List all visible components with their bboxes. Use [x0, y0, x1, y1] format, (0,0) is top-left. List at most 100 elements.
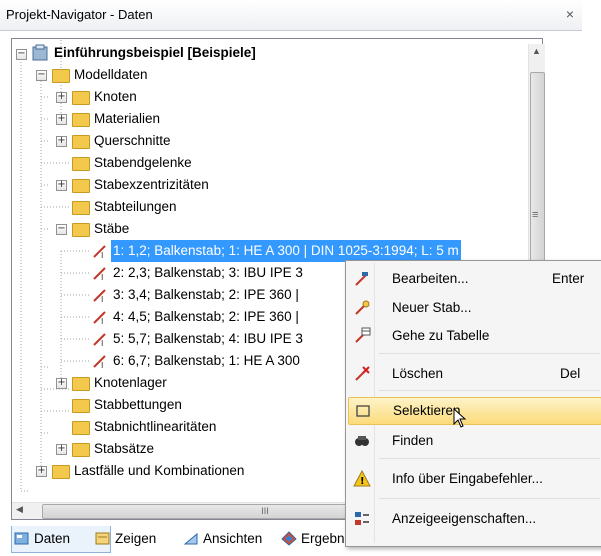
tab-zeigen[interactable]: Zeigen	[93, 526, 195, 552]
menu-item-info-eingabefehler[interactable]: ! Info über Eingabefehler...	[348, 465, 600, 493]
select-icon	[356, 405, 370, 417]
menu-item-finden[interactable]: Finden	[348, 427, 600, 455]
svg-text:I: I	[101, 295, 103, 303]
menu-label: Gehe zu Tabelle	[392, 328, 490, 343]
tab-label: Zeigen	[115, 531, 157, 546]
tree-label: Stäbe	[94, 221, 130, 236]
tab-label: Ansichten	[203, 531, 263, 546]
tree-label: Querschnitte	[94, 133, 171, 148]
menu-shortcut: Enter	[552, 271, 585, 286]
expand-toggle[interactable]: +	[56, 180, 67, 191]
tree-label: Stabsätze	[94, 441, 155, 456]
svg-text:I: I	[101, 361, 103, 369]
expand-toggle[interactable]: +	[56, 136, 67, 147]
menu-shortcut: Del	[560, 366, 581, 381]
tree-label: Stabbettungen	[94, 397, 182, 412]
menu-item-neuer-stab[interactable]: Neuer Stab...	[348, 294, 600, 322]
results-tab-icon	[281, 531, 297, 546]
panel-title: Projekt-Navigator - Daten	[6, 7, 153, 22]
display-tab-icon	[95, 532, 110, 545]
tree-label: Lastfälle und Kombinationen	[74, 463, 245, 478]
menu-label: Finden	[392, 433, 434, 448]
divisions-folder-icon	[72, 201, 90, 215]
svg-text:I: I	[101, 317, 103, 325]
menu-label: Bearbeiten...	[392, 271, 469, 286]
tree-label: 4: 4,5; Balkenstab; 2: IPE 360 |	[113, 309, 299, 324]
collapse-toggle[interactable]: −	[36, 70, 47, 81]
nodes-folder-icon	[72, 91, 90, 105]
menu-separator	[379, 498, 600, 499]
tree-label: Stabexzentrizitäten	[94, 177, 209, 192]
tree-label: Materialien	[94, 111, 161, 126]
tree-label: 6: 6,7; Balkenstab; 1: HE A 300	[113, 353, 300, 368]
member-icon: I	[93, 267, 106, 281]
supports-folder-icon	[72, 377, 90, 391]
menu-item-selektieren[interactable]: Selektieren	[348, 397, 601, 428]
menu-separator	[379, 458, 600, 459]
title-bar: Projekt-Navigator - Daten ×	[0, 0, 582, 31]
tree-label: Knoten	[94, 89, 137, 104]
expand-toggle[interactable]: +	[56, 378, 67, 389]
views-tab-icon	[183, 532, 198, 545]
svg-text:I: I	[101, 339, 103, 347]
menu-item-gehe-zu-tabelle[interactable]: Gehe zu Tabelle	[348, 322, 600, 350]
menu-label: Anzeigeeigenschaften...	[392, 511, 537, 526]
tree-label: Stabendgelenke	[94, 155, 192, 170]
close-icon[interactable]: ×	[561, 4, 579, 24]
menu-label: Neuer Stab...	[392, 300, 472, 315]
tree-label: 2: 2,3; Balkenstab; 3: IBU IPE 3	[113, 265, 303, 280]
tree-label: Knotenlager	[94, 375, 167, 390]
member-icon: I	[93, 355, 106, 369]
collapse-toggle[interactable]: −	[56, 224, 67, 235]
tree-label: 5: 5,7; Balkenstab; 4: IBU IPE 3	[113, 331, 303, 346]
menu-item-bearbeiten[interactable]: Bearbeiten... Enter	[348, 265, 600, 293]
scroll-up-icon[interactable]: ▲	[532, 46, 541, 56]
foundations-folder-icon	[72, 399, 90, 413]
delete-icon	[355, 366, 370, 381]
tree-label: Stabnichtlinearitäten	[94, 419, 217, 434]
folder-icon	[52, 465, 70, 479]
tree-label: Modelldaten	[74, 67, 148, 82]
svg-text:I: I	[101, 273, 103, 281]
member-icon: I	[93, 289, 106, 303]
tree-label: Einführungsbeispiel [Beispiele]	[54, 45, 256, 60]
project-icon	[32, 44, 48, 61]
svg-text:!: !	[360, 476, 365, 487]
context-menu: Bearbeiten... Enter Neuer Stab... Gehe z…	[345, 260, 601, 547]
menu-label: Selektieren	[393, 403, 461, 418]
go-to-table-icon	[355, 327, 371, 343]
materials-folder-icon	[72, 113, 90, 127]
tree-label: Stabteilungen	[94, 199, 177, 214]
folder-icon	[52, 69, 70, 83]
tree-label-selected: 1: 1,2; Balkenstab; 1: HE A 300 | DIN 10…	[111, 240, 461, 262]
member-icon: I	[93, 245, 106, 259]
members-folder-icon	[72, 223, 90, 237]
menu-item-loeschen[interactable]: Löschen Del	[348, 360, 600, 388]
member-icon: I	[93, 333, 106, 347]
menu-label: Info über Eingabefehler...	[392, 471, 543, 486]
nonlinearities-folder-icon	[72, 421, 90, 435]
edit-member-icon	[355, 272, 368, 286]
menu-item-anzeigeeigenschaften[interactable]: Anzeigeeigenschaften...	[348, 505, 600, 533]
menu-separator	[379, 353, 600, 354]
eccentricities-folder-icon	[72, 179, 90, 193]
tree-label: 3: 3,4; Balkenstab; 2: IPE 360 |	[113, 287, 299, 302]
collapse-toggle[interactable]: −	[16, 49, 27, 60]
scroll-grip: III	[261, 506, 269, 516]
expand-toggle[interactable]: +	[56, 114, 67, 125]
tab-label: Daten	[34, 531, 71, 546]
cross-sections-folder-icon	[72, 135, 90, 149]
hinges-folder-icon	[72, 157, 90, 171]
expand-toggle[interactable]: +	[36, 466, 47, 477]
find-icon	[355, 436, 369, 446]
menu-separator	[379, 390, 600, 391]
svg-text:I: I	[101, 251, 103, 259]
member-icon: I	[93, 311, 106, 325]
scroll-left-icon[interactable]: ◀	[16, 504, 23, 515]
warning-icon: !	[353, 470, 371, 487]
expand-toggle[interactable]: +	[56, 92, 67, 103]
expand-toggle[interactable]: +	[56, 444, 67, 455]
scroll-grip: ≡	[532, 209, 539, 221]
display-properties-icon	[355, 512, 369, 525]
new-member-icon	[355, 300, 370, 315]
